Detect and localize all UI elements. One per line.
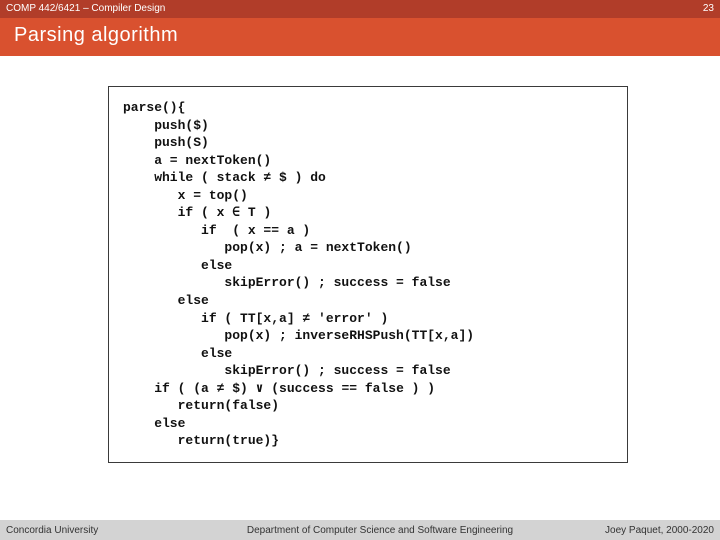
page-number: 23 — [703, 0, 714, 18]
code-box: parse(){ push($) push(S) a = nextToken()… — [108, 86, 628, 463]
algorithm-code: parse(){ push($) push(S) a = nextToken()… — [123, 99, 613, 450]
slide-title-bar: Parsing algorithm — [0, 18, 720, 56]
footer-left: Concordia University — [6, 525, 186, 536]
footer-right: Joey Paquet, 2000-2020 — [574, 525, 714, 536]
slide-title: Parsing algorithm — [14, 24, 178, 46]
content-area: parse(){ push($) push(S) a = nextToken()… — [0, 56, 720, 463]
footer-bar: Concordia University Department of Compu… — [0, 520, 720, 540]
course-label: COMP 442/6421 – Compiler Design — [6, 0, 165, 18]
footer-center: Department of Computer Science and Softw… — [186, 525, 574, 536]
top-bar: COMP 442/6421 – Compiler Design 23 — [0, 0, 720, 18]
